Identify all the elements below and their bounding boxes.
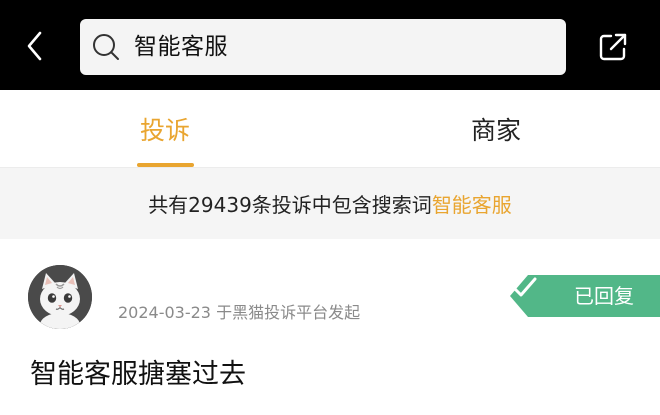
back-button[interactable] [18, 28, 52, 64]
active-tab-indicator [137, 163, 194, 167]
cat-avatar-icon [28, 265, 92, 329]
tab-bar: 投诉 商家 [0, 90, 660, 168]
complaint-title[interactable]: 智能客服搪塞过去 [30, 356, 246, 394]
search-box[interactable]: 智能客服 [80, 19, 566, 75]
share-icon [599, 33, 627, 61]
tab-complaints[interactable]: 投诉 [115, 90, 215, 168]
summary-keyword: 智能客服 [431, 193, 512, 217]
search-summary: 共有29439条投诉中包含搜索词 智能客服 [0, 168, 660, 239]
status-badge: 已回复 [510, 275, 660, 317]
search-input[interactable]: 智能客服 [134, 32, 228, 62]
complaint-source: 于黑猫投诉平台发起 [216, 303, 361, 322]
avatar[interactable] [28, 265, 92, 329]
check-icon [511, 277, 537, 297]
complaint-meta: 2024-03-23 于黑猫投诉平台发起 [118, 301, 360, 325]
complaint-date: 2024-03-23 [118, 303, 211, 322]
search-icon [93, 34, 119, 60]
back-arrow-icon [27, 31, 42, 61]
status-label: 已回复 [574, 284, 634, 308]
top-bar: 智能客服 [0, 0, 660, 90]
tab-merchants[interactable]: 商家 [446, 90, 546, 168]
summary-text: 共有29439条投诉中包含搜索词 [148, 193, 432, 217]
share-button[interactable] [596, 30, 630, 64]
